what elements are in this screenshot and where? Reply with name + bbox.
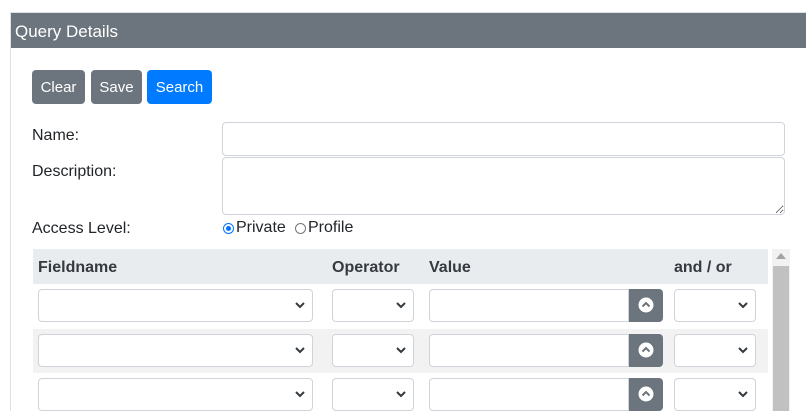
chevron-down-icon [295, 347, 305, 354]
name-input[interactable] [222, 122, 785, 156]
andor-select[interactable] [674, 378, 756, 411]
chevron-down-icon [738, 391, 748, 398]
chevron-down-icon [396, 391, 406, 398]
chevron-up-circle-icon [638, 386, 654, 402]
value-input[interactable] [429, 289, 629, 322]
profile-radio[interactable] [295, 222, 306, 234]
chevron-down-icon [738, 347, 748, 354]
table-scrollbar[interactable] [772, 249, 790, 411]
clear-button[interactable]: Clear [32, 70, 85, 104]
chevron-down-icon [295, 302, 305, 309]
chevron-up-circle-icon [638, 297, 654, 313]
access-level-label: Access Level: [32, 220, 131, 237]
value-picker-button[interactable] [629, 289, 663, 322]
chevron-up-circle-icon [638, 342, 654, 358]
private-radio-label: Private [236, 219, 286, 236]
value-input[interactable] [429, 334, 629, 367]
access-profile-option[interactable]: Profile [295, 219, 353, 237]
save-button[interactable]: Save [91, 70, 142, 104]
fieldname-header: Fieldname [38, 259, 118, 276]
description-textarea[interactable] [222, 157, 785, 215]
query-details-panel: Query Details Clear Save Search Name: De… [10, 12, 806, 411]
fieldname-select[interactable] [38, 334, 313, 367]
name-label: Name: [32, 127, 80, 144]
scroll-up-arrow-icon[interactable] [776, 253, 786, 259]
fieldname-select[interactable] [38, 378, 313, 411]
value-header: Value [429, 259, 471, 276]
private-radio[interactable] [223, 222, 234, 234]
operator-select[interactable] [332, 289, 414, 322]
operator-select[interactable] [332, 334, 414, 367]
table-row [33, 329, 768, 373]
table-row [33, 285, 768, 329]
fieldname-select[interactable] [38, 289, 313, 322]
criteria-table: Fieldname Operator Value and / or [33, 249, 768, 411]
chevron-down-icon [738, 302, 748, 309]
value-picker-button[interactable] [629, 378, 663, 411]
criteria-table-header: Fieldname Operator Value and / or [33, 249, 768, 284]
chevron-down-icon [396, 302, 406, 309]
access-private-option[interactable]: Private [223, 219, 286, 237]
chevron-down-icon [295, 391, 305, 398]
search-button[interactable]: Search [147, 70, 212, 104]
description-label: Description: [32, 163, 117, 180]
operator-select[interactable] [332, 378, 414, 411]
scrollbar-thumb[interactable] [773, 266, 789, 411]
operator-header: Operator [332, 259, 400, 276]
chevron-down-icon [396, 347, 406, 354]
table-row [33, 373, 768, 411]
andor-header: and / or [674, 259, 732, 276]
andor-select[interactable] [674, 334, 756, 367]
profile-radio-label: Profile [308, 219, 354, 236]
andor-select[interactable] [674, 289, 756, 322]
panel-title: Query Details [11, 13, 806, 48]
value-input[interactable] [429, 378, 629, 411]
value-picker-button[interactable] [629, 334, 663, 367]
